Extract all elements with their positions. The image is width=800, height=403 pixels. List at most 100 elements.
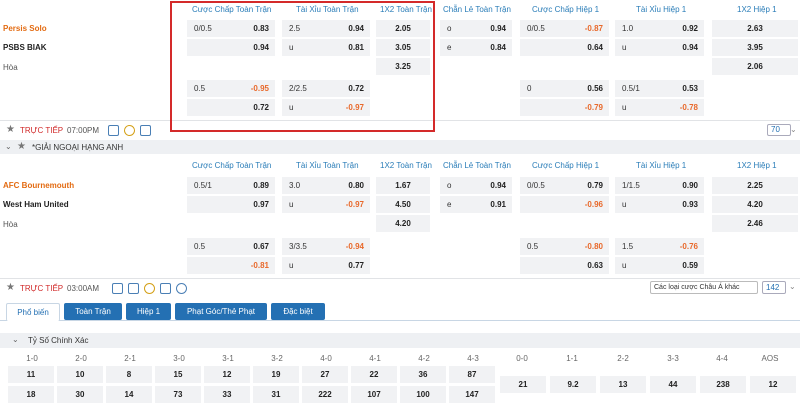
home-team-name[interactable]: Persis Solo <box>3 24 47 33</box>
odds-ou-alt-over[interactable]: 3/3.5 -0.94 <box>282 238 370 255</box>
tab-full-match[interactable]: Toàn Trận <box>64 303 122 320</box>
score-odds-cell[interactable]: 44 <box>650 376 696 393</box>
odds-h1-ou-under[interactable]: u 0.94 <box>615 39 704 56</box>
score-odds-cell[interactable]: 238 <box>700 376 746 393</box>
more-markets-button[interactable]: 142 <box>762 281 786 294</box>
odds-ah-home[interactable]: 0.5/1 0.89 <box>187 177 275 194</box>
odds-1x2-draw[interactable]: 4.20 <box>376 215 430 232</box>
odds-h1-ah-home[interactable]: 0/0.5 0.79 <box>520 177 609 194</box>
odds-h1-ou-over[interactable]: 1/1.5 0.90 <box>615 177 704 194</box>
tab-special[interactable]: Đặc biệt <box>271 303 325 320</box>
stats-list-icon[interactable] <box>112 283 123 294</box>
odds-h1-ou-alt-over[interactable]: 1.5 -0.76 <box>615 238 704 255</box>
odds-type-select[interactable]: Các loại cược Châu Á khác <box>650 281 758 294</box>
odds-ah-alt-away[interactable]: -0.81 <box>187 257 275 274</box>
odds-ou-alt-under[interactable]: u 0.77 <box>282 257 370 274</box>
draw-label: Hòa <box>3 220 18 229</box>
odds-1x2-home[interactable]: 1.67 <box>376 177 430 194</box>
odds-h1-ou-under[interactable]: u 0.93 <box>615 196 704 213</box>
odds-oe-even[interactable]: e 0.91 <box>440 196 512 213</box>
stats-list-icon[interactable] <box>108 125 119 136</box>
ou-line: 3/3.5 <box>289 242 307 251</box>
bar-chart-icon[interactable] <box>140 125 151 136</box>
odds-h1-1x2-home[interactable]: 2.63 <box>712 20 798 37</box>
odds-h1-ou-alt-under[interactable]: u -0.78 <box>615 99 704 116</box>
score-odds-cell[interactable]: 73 <box>155 386 201 403</box>
more-markets-button[interactable]: 70 <box>767 124 791 136</box>
league-star-icon[interactable]: ★ <box>17 141 26 152</box>
league-header[interactable]: ⌄ ★ *GIẢI NGOẠI HẠNG ANH <box>0 140 800 154</box>
tab-corners-cards[interactable]: Phạt Góc/Thẻ Phạt <box>175 303 267 320</box>
odds-h1-1x2-away[interactable]: 4.20 <box>712 196 798 213</box>
odds-h1-ah-alt-home[interactable]: 0.5 -0.80 <box>520 238 609 255</box>
odds-h1-ou-alt-over[interactable]: 0.5/1 0.53 <box>615 80 704 97</box>
score-odds-cell[interactable]: 10 <box>57 366 103 383</box>
score-odds-cell[interactable]: 12 <box>204 366 250 383</box>
score-odds-cell[interactable]: 87 <box>449 366 495 383</box>
odds-ah-away[interactable]: 0.97 <box>187 196 275 213</box>
score-odds-cell[interactable]: 21 <box>500 376 546 393</box>
favorite-star-icon[interactable]: ★ <box>6 124 15 135</box>
score-odds-cell[interactable]: 30 <box>57 386 103 403</box>
odds-h1-ah-away[interactable]: 0.64 <box>520 39 609 56</box>
odds-h1-1x2-away[interactable]: 3.95 <box>712 39 798 56</box>
score-odds-cell[interactable]: 27 <box>302 366 348 383</box>
oe-label: e <box>447 200 452 209</box>
odds-h1-ou-over[interactable]: 1.0 0.92 <box>615 20 704 37</box>
chevron-down-icon[interactable]: ⌄ <box>790 125 797 134</box>
score-header: 3-0 <box>173 354 185 363</box>
score-odds-cell[interactable]: 33 <box>204 386 250 403</box>
under-label: u <box>622 261 627 270</box>
score-odds-cell[interactable]: 11 <box>8 366 54 383</box>
refresh-icon[interactable] <box>144 283 155 294</box>
odds-ou-over[interactable]: 3.0 0.80 <box>282 177 370 194</box>
score-odds-cell[interactable]: 147 <box>449 386 495 403</box>
header-ah-ft: Cược Chấp Toàn Trận <box>192 161 272 170</box>
score-odds-cell[interactable]: 100 <box>400 386 446 403</box>
header-oe-ft: Chẵn Lẻ Toàn Trận <box>443 5 511 14</box>
odds-h1-ah-alt-away[interactable]: 0.63 <box>520 257 609 274</box>
odds-ou-under[interactable]: u -0.97 <box>282 196 370 213</box>
score-odds-cell[interactable]: 12 <box>750 376 796 393</box>
odds-h1-ah-away[interactable]: -0.96 <box>520 196 609 213</box>
refresh-icon[interactable] <box>124 125 135 136</box>
odds-oe-odd[interactable]: o 0.94 <box>440 20 512 37</box>
score-odds-cell[interactable]: 18 <box>8 386 54 403</box>
tv-icon[interactable] <box>128 283 139 294</box>
score-odds-cell[interactable]: 15 <box>155 366 201 383</box>
tab-first-half[interactable]: Hiệp 1 <box>126 303 171 320</box>
score-odds-cell[interactable]: 22 <box>351 366 397 383</box>
odds-1x2-away[interactable]: 4.50 <box>376 196 430 213</box>
clock-icon[interactable] <box>176 283 187 294</box>
score-odds-cell[interactable]: 222 <box>302 386 348 403</box>
chevron-down-icon[interactable]: ⌄ <box>789 282 796 291</box>
away-team-name[interactable]: West Ham United <box>3 200 69 209</box>
correct-score-header[interactable]: ⌄ Tỷ Số Chính Xác <box>0 333 800 348</box>
away-team-name[interactable]: PSBS BIAK <box>3 43 47 52</box>
score-odds-cell[interactable]: 8 <box>106 366 152 383</box>
score-odds-cell[interactable]: 31 <box>253 386 299 403</box>
odds-oe-even[interactable]: e 0.84 <box>440 39 512 56</box>
score-odds-cell[interactable]: 14 <box>106 386 152 403</box>
score-odds-cell[interactable]: 9.2 <box>550 376 596 393</box>
bar-chart-icon[interactable] <box>160 283 171 294</box>
odds-h1-ah-home[interactable]: 0/0.5 -0.87 <box>520 20 609 37</box>
score-odds-cell[interactable]: 19 <box>253 366 299 383</box>
odds-h1-1x2-home[interactable]: 2.25 <box>712 177 798 194</box>
odds-h1-ah-alt-away[interactable]: -0.79 <box>520 99 609 116</box>
score-odds-cell[interactable]: 36 <box>400 366 446 383</box>
collapse-icon[interactable]: ⌄ <box>12 335 19 344</box>
home-team-name[interactable]: AFC Bournemouth <box>3 181 74 190</box>
odds-h1-1x2-draw[interactable]: 2.06 <box>712 58 798 75</box>
odds-h1-ou-alt-under[interactable]: u 0.59 <box>615 257 704 274</box>
ah-line: 0/0.5 <box>527 24 545 33</box>
odds-h1-1x2-draw[interactable]: 2.46 <box>712 215 798 232</box>
score-odds-cell[interactable]: 13 <box>600 376 646 393</box>
tab-popular[interactable]: Phổ biến <box>6 303 60 321</box>
odds-ah-alt-home[interactable]: 0.5 0.67 <box>187 238 275 255</box>
favorite-star-icon[interactable]: ★ <box>6 282 15 293</box>
score-odds-cell[interactable]: 107 <box>351 386 397 403</box>
collapse-icon[interactable]: ⌄ <box>5 142 12 151</box>
odds-h1-ah-alt-home[interactable]: 0 0.56 <box>520 80 609 97</box>
odds-oe-odd[interactable]: o 0.94 <box>440 177 512 194</box>
